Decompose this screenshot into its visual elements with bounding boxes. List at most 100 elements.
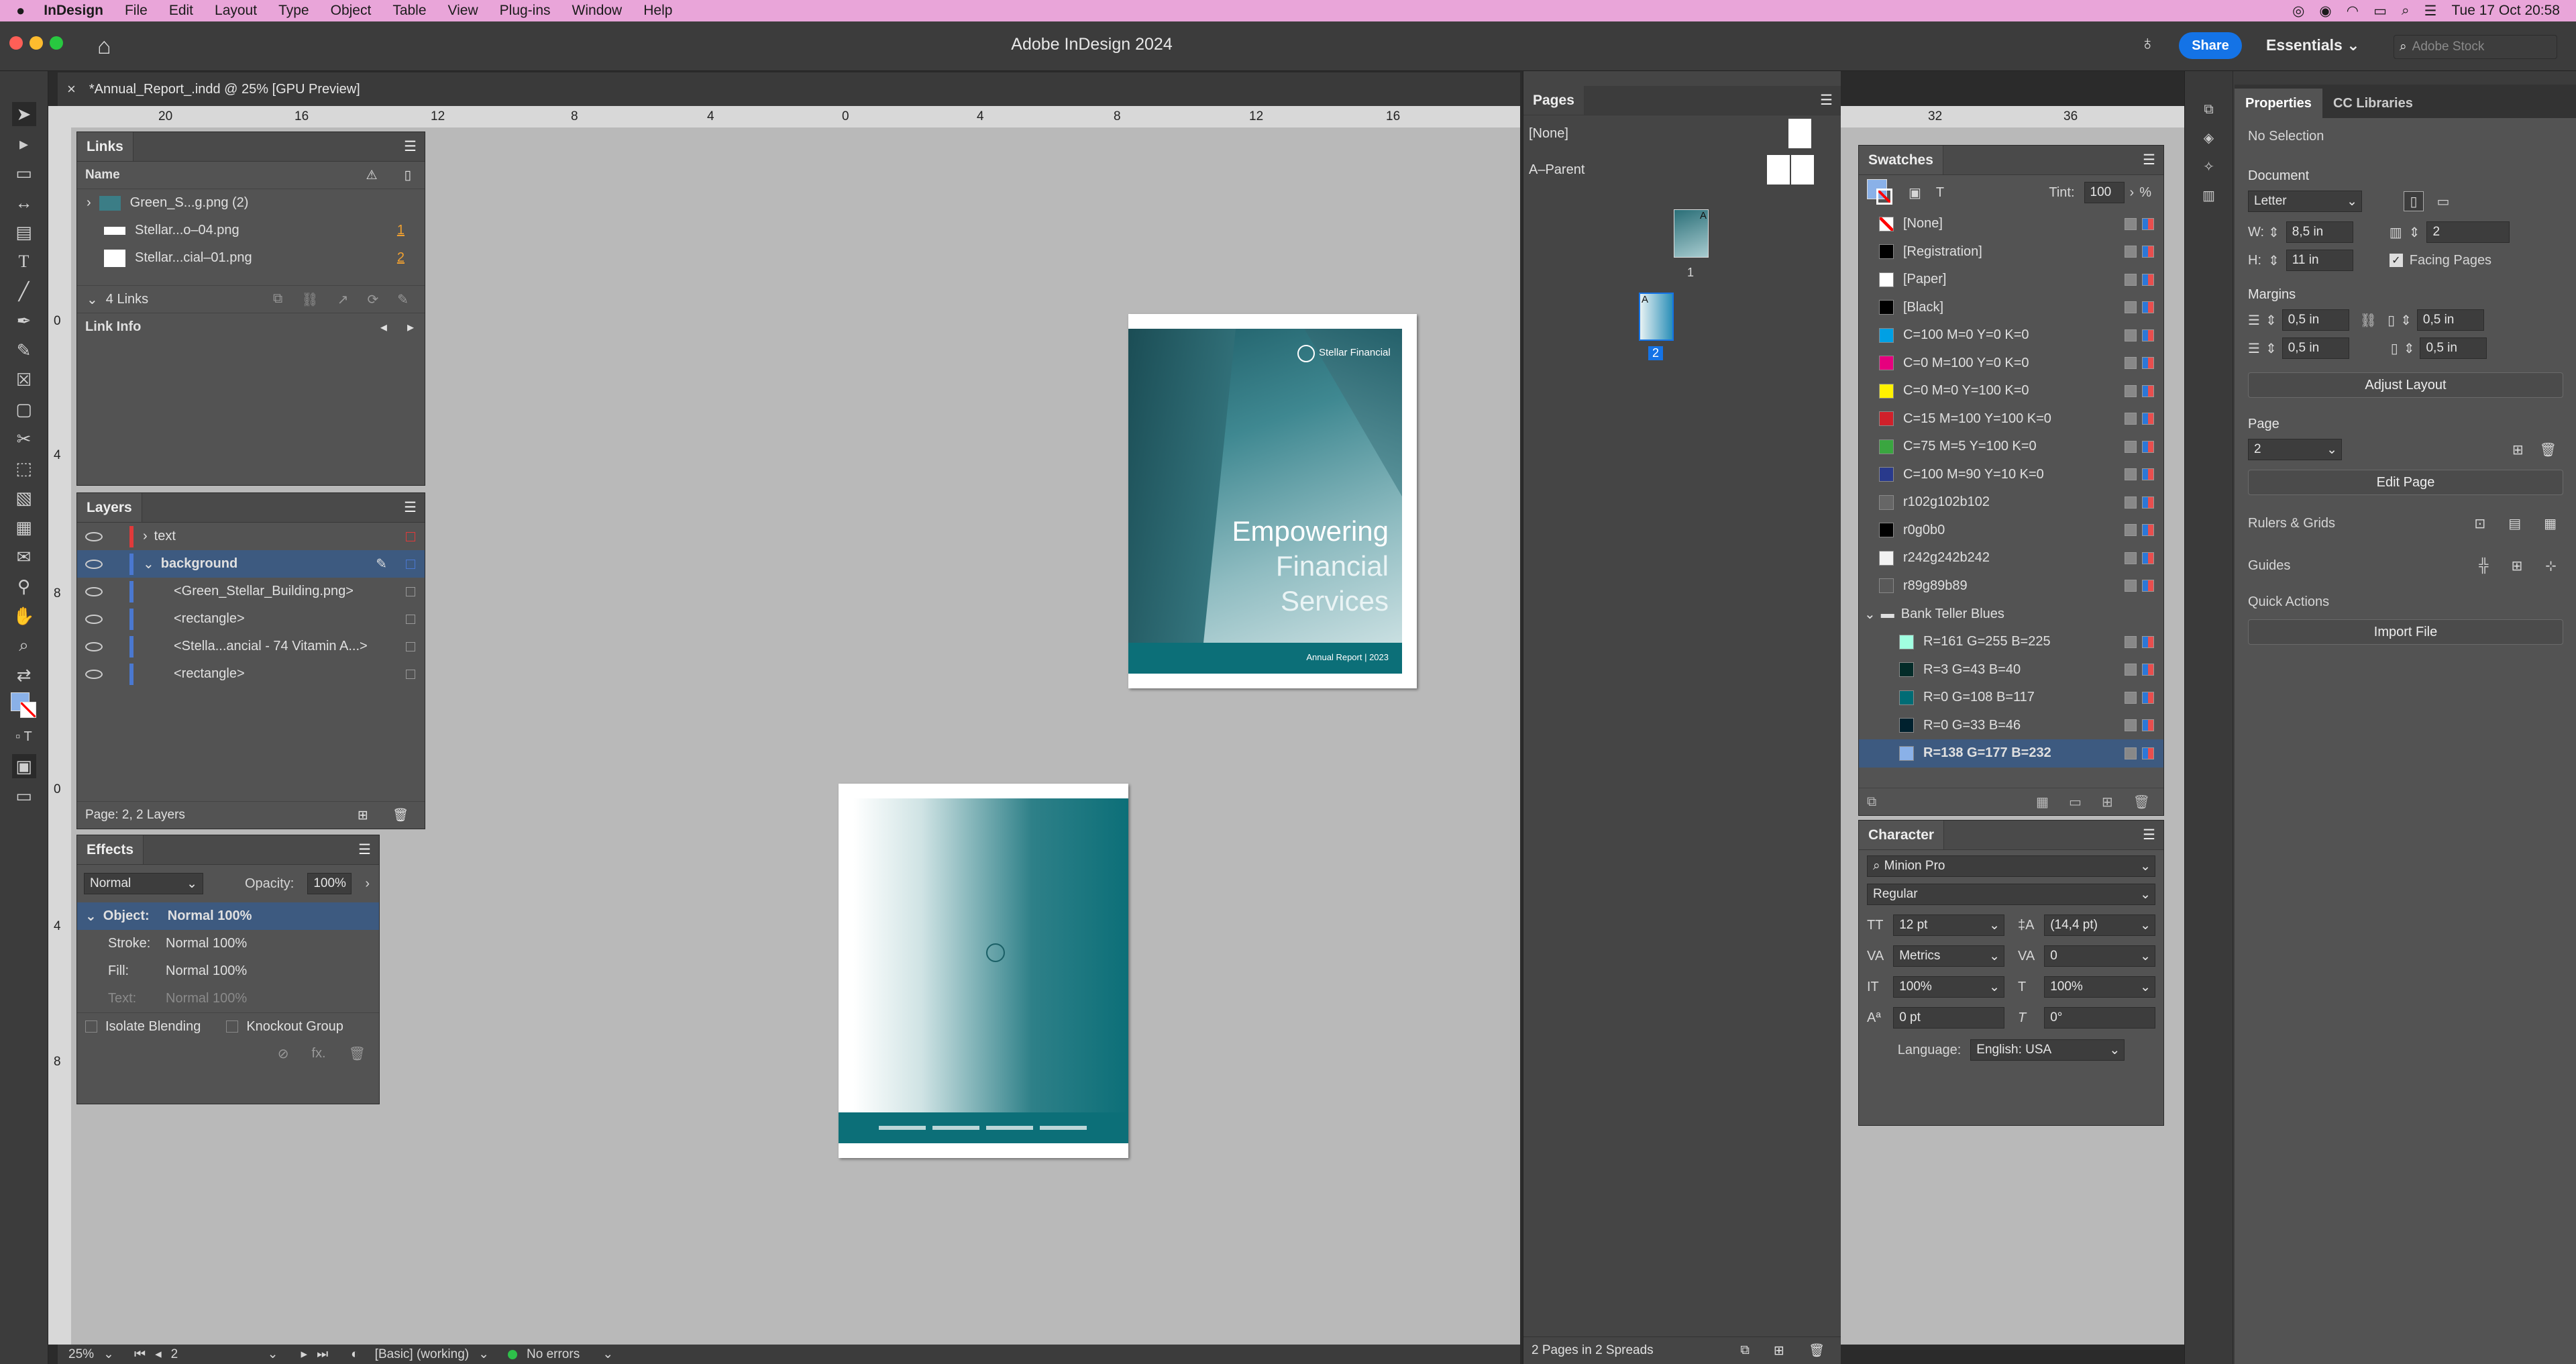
menu-table[interactable]: Table (392, 3, 426, 19)
stepper-icon[interactable]: ⇕ (2265, 312, 2277, 329)
warning-icon[interactable]: ⚠ (366, 168, 377, 183)
tint-input[interactable]: 100 (2084, 182, 2125, 203)
link-row[interactable]: Stellar...o–04.png 1 (77, 217, 425, 244)
menu-file[interactable]: File (125, 3, 148, 19)
formatting-container-icon[interactable]: ▣ (1909, 185, 1921, 201)
page-number-field[interactable]: 2 (171, 1347, 258, 1362)
stepper-icon[interactable]: ⇕ (2409, 224, 2420, 241)
collapse-arrow-icon[interactable]: ⌄ (85, 908, 97, 925)
swatch-views-icon[interactable]: ▦ (2036, 794, 2049, 810)
swatch-row[interactable]: r102g102b102 (1859, 488, 2163, 517)
app-menu[interactable]: InDesign (44, 3, 103, 19)
next-link-icon[interactable]: ▸ (407, 319, 414, 335)
fill-stroke-icon[interactable] (1867, 179, 1894, 206)
margin-top-input[interactable]: 0,5 in (2282, 309, 2349, 331)
visibility-eye-icon[interactable] (85, 614, 103, 624)
new-page-icon[interactable]: ⊞ (1774, 1343, 1784, 1359)
zoom-level[interactable]: 25% (68, 1347, 94, 1362)
leading-input[interactable]: (14,4 pt) ⌄ (2044, 914, 2155, 936)
swatch-row[interactable]: r89g89b89 (1859, 572, 2163, 600)
swatch-row[interactable]: [Black] (1859, 294, 2163, 322)
effects-text-row[interactable]: Text: Normal 100% (77, 985, 379, 1012)
clear-effects-icon[interactable]: ⊘ (278, 1045, 289, 1062)
document-preset-select[interactable]: Letter ⌄ (2248, 191, 2362, 212)
page-1[interactable]: Stellar Financial Empowering Financial S… (1128, 314, 1417, 688)
link-page[interactable]: 1 (397, 223, 405, 238)
facing-pages-checkbox[interactable]: ✓ (2389, 254, 2403, 267)
smart-guides-icon[interactable]: ⊞ (2511, 558, 2522, 574)
horizontal-ruler[interactable]: 20 16 12 8 4 0 4 8 12 16 (71, 106, 1520, 127)
collapse-arrow-icon[interactable]: ⌄ (1864, 606, 1876, 623)
back-footer-bar[interactable] (839, 1112, 1128, 1143)
search-icon[interactable]: ⌕ (2402, 3, 2410, 19)
panel-menu-icon[interactable]: ☰ (1820, 92, 1833, 109)
creative-cloud-icon[interactable]: ◎ (2292, 3, 2304, 19)
portrait-orientation-icon[interactable]: ▯ (2404, 191, 2424, 211)
status-icon[interactable]: ◉ (2319, 3, 2331, 19)
menu-help[interactable]: Help (643, 3, 672, 19)
menu-type[interactable]: Type (278, 3, 309, 19)
stepper-icon[interactable]: ⇕ (2265, 340, 2277, 357)
eyedropper-tool-icon[interactable]: ⚲ (12, 574, 36, 598)
add-page-icon[interactable]: ⊞ (2512, 441, 2524, 458)
a-parent-row[interactable]: A–Parent (1523, 152, 1841, 188)
layers-tab[interactable]: Layers (77, 493, 142, 522)
menu-plugins[interactable]: Plug-ins (500, 3, 551, 19)
menu-view[interactable]: View (448, 3, 478, 19)
swatch-row[interactable]: C=0 M=0 Y=100 K=0 (1859, 377, 2163, 405)
link-row[interactable]: › Green_S...g.png (2) (77, 189, 425, 217)
pages-count-input[interactable]: 2 (2426, 221, 2510, 243)
swap-fill-stroke-icon[interactable]: ⇄ (12, 663, 36, 687)
new-color-group-icon[interactable]: ▭ (2069, 794, 2082, 810)
page-select[interactable]: 2 ⌄ (2248, 439, 2342, 460)
new-swatch-icon[interactable]: ⊞ (2102, 794, 2113, 810)
landscape-orientation-icon[interactable]: ▭ (2433, 191, 2453, 211)
new-layer-icon[interactable]: ⊞ (358, 808, 368, 823)
collapse-arrow-icon[interactable]: ⌄ (87, 291, 98, 308)
free-transform-tool-icon[interactable]: ⬚ (12, 456, 36, 480)
layer-select-square[interactable] (406, 586, 415, 596)
document-grid-icon[interactable]: ▦ (2544, 515, 2557, 532)
close-document-icon[interactable]: × (67, 81, 76, 98)
swatch-row[interactable]: R=0 G=108 B=117 (1859, 684, 2163, 712)
apple-icon[interactable]: ● (16, 2, 25, 19)
content-collector-icon[interactable]: ▤ (12, 220, 36, 244)
panel-menu-icon[interactable]: ☰ (404, 138, 417, 155)
stepper-icon[interactable]: ⇕ (2268, 252, 2279, 269)
pencil-tool-icon[interactable]: ✎ (12, 338, 36, 362)
page-column-icon[interactable]: ▯ (405, 168, 411, 183)
dock-pages-icon[interactable]: ▥ (2202, 187, 2215, 204)
page-2[interactable] (839, 784, 1128, 1158)
rectangle-frame-tool-icon[interactable]: ☒ (12, 368, 36, 392)
page-1-thumb[interactable]: A (1674, 209, 1709, 258)
edit-page-size-icon[interactable]: ⧉ (1740, 1343, 1750, 1358)
menu-window[interactable]: Window (572, 3, 623, 19)
stepper-icon[interactable]: ⇕ (2404, 340, 2415, 357)
gradient-feather-tool-icon[interactable]: ▦ (12, 515, 36, 539)
swatches-tab[interactable]: Swatches (1859, 146, 1943, 174)
swatch-row[interactable]: C=0 M=100 Y=0 K=0 (1859, 350, 2163, 378)
link-margins-icon[interactable]: ⛓ (2360, 312, 2377, 329)
character-tab[interactable]: Character (1859, 821, 1945, 849)
page-tool-icon[interactable]: ▭ (12, 161, 36, 185)
chevron-down-icon[interactable]: ⌄ (602, 1347, 613, 1362)
language-select[interactable]: English: USA ⌄ (1970, 1039, 2125, 1061)
normal-view-icon[interactable]: ▣ (11, 754, 36, 778)
delete-swatch-icon[interactable]: 🗑 (2133, 794, 2150, 810)
layer-select-square[interactable] (406, 641, 415, 651)
panel-menu-icon[interactable]: ☰ (2143, 827, 2155, 843)
font-family-select[interactable]: ⌕ Minion Pro ⌄ (1867, 855, 2155, 877)
selection-tool-icon[interactable]: ➤ (11, 102, 36, 126)
edit-original-icon[interactable]: ✎ (397, 291, 409, 308)
cover-image[interactable]: Stellar Financial Empowering Financial S… (1128, 329, 1402, 643)
effects-stroke-row[interactable]: Stroke: Normal 100% (77, 930, 379, 957)
layer-select-square[interactable] (406, 531, 415, 541)
blend-mode-select[interactable]: Normal ⌄ (84, 873, 203, 894)
last-page-icon[interactable]: ⏭ (317, 1347, 328, 1362)
links-column-name[interactable]: Name (85, 168, 120, 182)
swatch-row[interactable]: R=138 G=177 B=232 (1859, 739, 2163, 768)
chevron-down-icon[interactable]: ⌄ (478, 1347, 489, 1362)
knockout-group-checkbox[interactable] (226, 1020, 239, 1033)
stepper-icon[interactable]: ⇕ (2268, 224, 2279, 241)
baseline-grid-icon[interactable]: ▤ (2508, 515, 2521, 532)
